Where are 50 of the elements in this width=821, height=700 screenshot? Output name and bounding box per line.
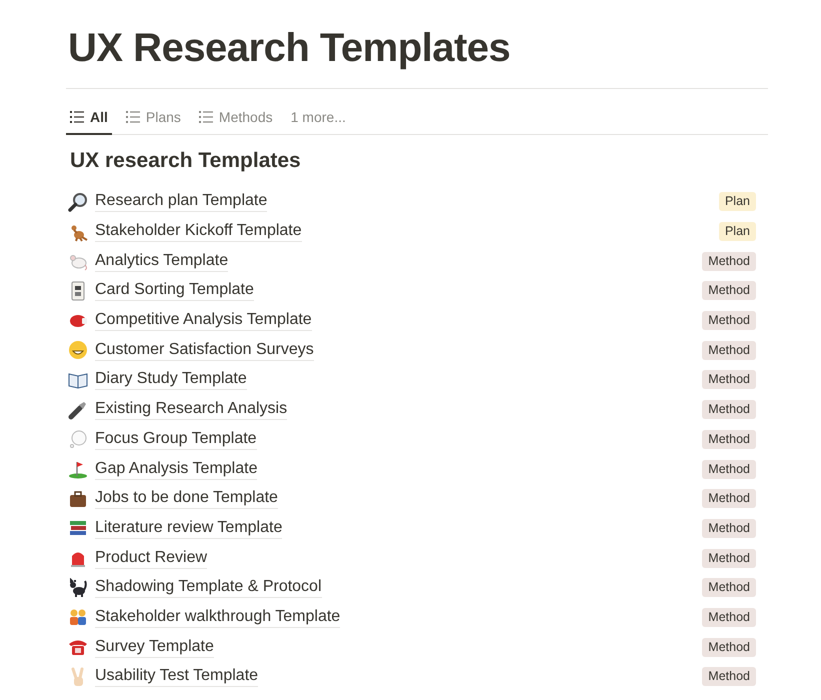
template-link[interactable]: Shadowing Template & Protocol: [95, 577, 322, 598]
golf-flag-icon: [68, 459, 88, 480]
list-icon: [70, 111, 84, 123]
category-tag: Method: [702, 608, 756, 627]
category-tag: Method: [702, 489, 756, 508]
category-tag: Method: [702, 638, 756, 657]
briefcase-icon: [68, 488, 88, 509]
category-tag: Method: [702, 400, 756, 420]
category-tag: Method: [702, 340, 756, 360]
template-link[interactable]: Research plan Template: [95, 191, 268, 212]
category-tag: Method: [702, 578, 756, 598]
list-icon: [198, 111, 213, 123]
template-link[interactable]: Existing Research Analysis: [95, 399, 288, 420]
category-tag: Method: [702, 460, 756, 479]
list-icon: [126, 111, 140, 123]
template-link[interactable]: Stakeholder walkthrough Template: [95, 606, 340, 628]
cat-icon: [68, 578, 88, 598]
view-tab[interactable]: All: [66, 105, 112, 135]
category-tag: Method: [702, 252, 756, 271]
template-link[interactable]: Gap Analysis Template: [95, 458, 258, 480]
section-heading: UX research Templates: [70, 148, 302, 174]
category-tag: Method: [702, 518, 756, 538]
view-tab[interactable]: 1 more...: [286, 105, 350, 135]
category-tag: Plan: [718, 222, 756, 242]
view-tab[interactable]: Plans: [122, 105, 185, 135]
category-tag: Method: [702, 667, 756, 686]
page-title: UX Research Templates: [68, 25, 512, 72]
category-tag: Method: [702, 370, 756, 390]
template-link[interactable]: Competitive Analysis Template: [95, 310, 312, 332]
category-tag: Plan: [718, 192, 756, 212]
template-link[interactable]: Diary Study Template: [95, 369, 247, 390]
magnifier-icon: [68, 192, 88, 212]
category-tag: Method: [702, 281, 756, 300]
thought-bubble-icon: [68, 429, 88, 450]
category-tag: Method: [702, 430, 756, 449]
template-link[interactable]: Analytics Template: [95, 250, 228, 272]
category-tag: Method: [702, 311, 756, 330]
template-link[interactable]: Usability Test Template: [95, 666, 258, 688]
template-link[interactable]: Survey Template: [95, 636, 214, 658]
template-link[interactable]: Stakeholder Kickoff Template: [95, 221, 302, 242]
template-link[interactable]: Literature review Template: [95, 518, 282, 539]
template-link[interactable]: Jobs to be done Template: [95, 488, 278, 510]
view-tab[interactable]: Methods: [194, 105, 277, 135]
template-link[interactable]: Focus Group Template: [95, 428, 257, 450]
template-link[interactable]: Customer Satisfaction Surveys: [95, 340, 314, 361]
template-link[interactable]: Card Sorting Template: [95, 280, 254, 302]
category-tag: Method: [702, 548, 756, 568]
template-link[interactable]: Product Review: [95, 548, 208, 569]
people-icon: [68, 607, 88, 628]
smiley-icon: [68, 340, 88, 360]
